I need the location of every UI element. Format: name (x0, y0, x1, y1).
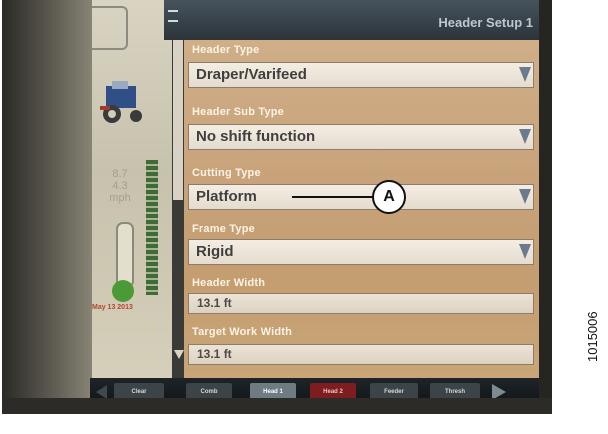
thermometer-bulb (112, 280, 134, 302)
thermometer-icon (116, 222, 134, 288)
callout-a: A (372, 180, 406, 214)
frame-type-label: Frame Type (192, 223, 255, 235)
run-screen-panel: 8.7 4.3 mph May 13 2013 (92, 0, 174, 380)
arrow-left-icon[interactable] (96, 385, 107, 399)
header-width-value: 13.1 ft (197, 296, 232, 310)
chevron-down-icon[interactable] (519, 189, 531, 204)
cutting-type-label: Cutting Type (192, 167, 261, 179)
target-work-width-value: 13.1 ft (197, 347, 232, 361)
callout-letter: A (383, 188, 395, 205)
header-sub-type-select[interactable]: No shift function (188, 124, 534, 150)
chevron-down-icon[interactable] (519, 244, 531, 259)
header-type-value: Draper/Varifeed (196, 66, 307, 83)
chevron-down-icon[interactable] (519, 67, 531, 82)
speed-bar-gauge (146, 160, 158, 295)
header-width-label: Header Width (192, 277, 266, 289)
speed-value-secondary: 4.3 (112, 180, 128, 192)
cutting-type-value: Platform (196, 188, 257, 205)
figure-number: 1015006 (585, 311, 600, 362)
target-work-width-label: Target Work Width (192, 326, 293, 338)
tractor-icon (100, 81, 142, 123)
bezel-left (2, 0, 94, 414)
speed-readout: 8.7 4.3 mph (94, 168, 146, 204)
speed-value: 8.7 (112, 168, 128, 180)
display-photo: 8.7 4.3 mph May 13 2013 Header Setup 1 H… (2, 0, 552, 414)
header-sub-type-label: Header Sub Type (192, 106, 285, 118)
header-type-select[interactable]: Draper/Varifeed (188, 62, 534, 88)
bezel-right (539, 0, 552, 414)
header-sub-type-value: No shift function (196, 128, 316, 145)
run-screen-icon-box (92, 6, 128, 50)
frame-type-value: Rigid (196, 243, 234, 260)
target-work-width-field[interactable]: 13.1 ft (188, 344, 534, 365)
header-width-field[interactable]: 13.1 ft (188, 293, 534, 314)
callout-leader-line (292, 196, 374, 198)
run-screen-date: May 13 2013 (92, 304, 133, 311)
menu-icon[interactable] (168, 10, 178, 22)
speed-unit: mph (109, 192, 131, 204)
header-type-label: Header Type (192, 44, 260, 56)
bezel-bottom (2, 398, 552, 414)
chevron-down-icon[interactable] (519, 129, 531, 144)
header-setup-panel: Header Type Draper/Varifeed Header Sub T… (184, 40, 539, 378)
frame-type-select[interactable]: Rigid (188, 239, 534, 265)
page-title: Header Setup 1 (438, 15, 533, 30)
settings-scroll-thumb[interactable] (173, 22, 183, 200)
scroll-down-icon[interactable] (174, 350, 184, 359)
header-bar: Header Setup 1 (164, 0, 539, 40)
